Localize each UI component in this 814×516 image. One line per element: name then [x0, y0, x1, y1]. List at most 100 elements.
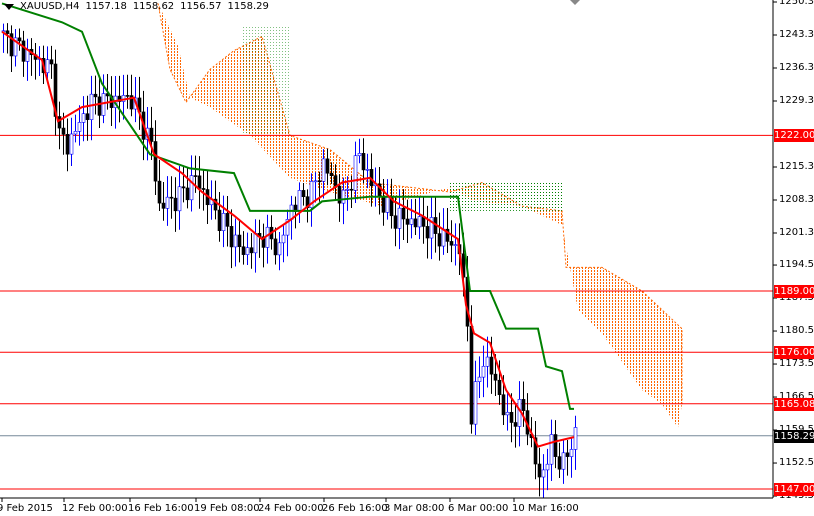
candle	[281, 224, 286, 263]
candle	[505, 392, 510, 431]
candle	[417, 196, 422, 240]
cloud-bullish-area	[450, 182, 562, 211]
level-price-tag: 1222.00	[774, 129, 814, 143]
candle	[525, 393, 530, 446]
candle	[549, 419, 554, 482]
candle	[309, 173, 314, 227]
candle	[481, 345, 486, 398]
close-value: 1158.29	[227, 1, 269, 12]
candle	[377, 167, 382, 215]
x-axis-label: 6 Mar 00:00	[448, 503, 509, 514]
x-axis-label: 16 Feb 16:00	[128, 503, 194, 514]
chart-header: XAUUSD,H4 1157.18 1158.62 1156.57 1158.2…	[4, 1, 269, 12]
y-axis-label: 1180.50	[779, 325, 814, 337]
candle	[573, 415, 578, 470]
candle	[253, 219, 258, 273]
candle	[409, 199, 414, 239]
candle	[93, 75, 98, 115]
candle	[565, 439, 570, 476]
candle	[37, 46, 42, 77]
candle	[9, 25, 14, 73]
candle	[129, 74, 134, 117]
candle	[173, 177, 178, 232]
y-axis-label: 1243.30	[779, 28, 814, 40]
candle	[249, 233, 254, 269]
candle	[185, 167, 190, 209]
y-axis-label: 1236.30	[779, 61, 814, 73]
candle	[517, 381, 522, 447]
level-price-tag: 1165.08	[774, 397, 814, 411]
candle	[221, 195, 226, 248]
x-axis-label: 26 Feb 16:00	[322, 503, 388, 514]
candle	[233, 218, 238, 267]
candle	[393, 197, 398, 247]
candle	[241, 231, 246, 265]
x-axis-label: 10 Mar 16:00	[512, 503, 579, 514]
x-axis-label: 19 Feb 08:00	[194, 503, 260, 514]
candle	[25, 38, 30, 81]
candle	[65, 118, 70, 172]
candle	[285, 209, 290, 257]
high-value: 1158.62	[132, 1, 175, 12]
candle	[57, 101, 62, 150]
candle	[229, 209, 234, 269]
dropdown-triangle-icon[interactable]	[4, 3, 14, 10]
candle	[297, 182, 302, 223]
candle	[405, 199, 410, 243]
candle	[413, 198, 418, 235]
candle	[17, 28, 22, 51]
candle	[201, 169, 206, 211]
candle	[557, 442, 562, 479]
x-axis-label: 24 Feb 00:00	[258, 503, 324, 514]
candle	[477, 356, 482, 398]
candle	[49, 45, 54, 79]
candle	[29, 38, 34, 76]
candle	[473, 360, 478, 436]
candle	[73, 114, 78, 143]
candle	[453, 223, 458, 266]
candle	[157, 159, 162, 211]
level-price-tag: 1189.00	[774, 284, 814, 298]
y-axis-label: 1208.30	[779, 193, 814, 205]
candle	[301, 183, 306, 206]
candle	[169, 176, 174, 219]
y-axis-label: 1152.50	[779, 457, 814, 469]
candle	[225, 196, 230, 247]
candle	[217, 191, 222, 242]
candle	[69, 117, 74, 167]
candle	[265, 214, 270, 264]
candle	[261, 223, 266, 268]
candle	[33, 43, 38, 80]
candle	[81, 96, 86, 142]
symbol-label: XAUUSD,H4	[20, 1, 80, 12]
y-axis-label: 1229.30	[779, 94, 814, 106]
candle	[485, 336, 490, 388]
y-axis-label: 1201.30	[779, 226, 814, 238]
candle	[21, 30, 26, 77]
price-chart[interactable]	[0, 0, 814, 516]
candle	[137, 76, 142, 130]
candle	[5, 23, 10, 54]
candle	[421, 196, 426, 244]
candle	[561, 439, 566, 484]
candle	[277, 231, 282, 271]
candle	[117, 75, 122, 123]
bid-price-tag: 1158.29	[774, 429, 814, 443]
candle	[513, 403, 518, 448]
scroll-marker-icon	[570, 0, 580, 5]
candle	[77, 105, 82, 146]
candle	[181, 166, 186, 203]
x-axis-label: 3 Mar 08:00	[384, 503, 445, 514]
candle	[425, 205, 430, 259]
y-axis-label: 1194.50	[779, 259, 814, 271]
candle	[569, 437, 574, 478]
candle	[533, 421, 538, 480]
candle	[89, 75, 94, 141]
y-axis-label: 1173.50	[779, 358, 814, 370]
candle	[197, 156, 202, 209]
candle	[101, 74, 106, 124]
candle	[541, 454, 546, 499]
candle	[177, 166, 182, 230]
candle	[273, 227, 278, 265]
candle	[85, 95, 90, 141]
